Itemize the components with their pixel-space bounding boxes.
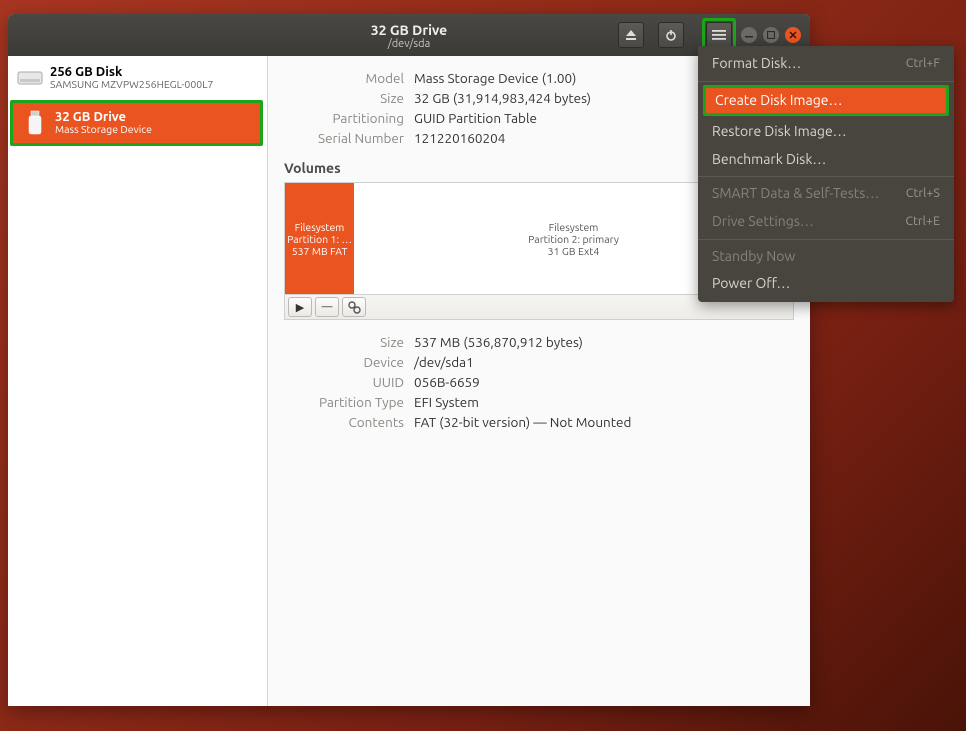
window-title: 32 GB Drive [8, 23, 810, 37]
disk-sidebar: 256 GB Disk SAMSUNG MZVPW256HEGL-000L7 3… [8, 56, 268, 706]
mount-button[interactable]: ▶ [288, 297, 312, 317]
power-button[interactable] [658, 22, 684, 48]
hamburger-menu-button[interactable] [706, 22, 732, 48]
menu-separator [698, 239, 954, 240]
label-size: Size [284, 90, 414, 106]
minimize-button[interactable] [741, 27, 757, 43]
menu-benchmark-disk[interactable]: Benchmark Disk… [698, 146, 954, 174]
value-vol-size: 537 MB (536,870,912 bytes) [414, 334, 583, 350]
disk-model: SAMSUNG MZVPW256HEGL-000L7 [50, 79, 213, 91]
close-button[interactable] [785, 27, 801, 43]
label-uuid: UUID [284, 374, 414, 390]
label-device: Device [284, 354, 414, 370]
menu-smart-data: SMART Data & Self-Tests… Ctrl+S [698, 180, 954, 208]
partition-options-button[interactable] [342, 297, 366, 317]
titlebar: 32 GB Drive /dev/sda [8, 14, 810, 56]
highlight-create-disk-image: Create Disk Image… [703, 85, 949, 117]
value-serial: 121220160204 [414, 130, 505, 146]
usb-drive-icon [21, 109, 49, 137]
menu-create-disk-image[interactable]: Create Disk Image… [706, 88, 946, 114]
menu-restore-disk-image[interactable]: Restore Disk Image… [698, 118, 954, 146]
value-device: /dev/sda1 [414, 354, 474, 370]
label-partitioning: Partitioning [284, 110, 414, 126]
volume-partition-1[interactable]: Filesystem Partition 1: … 537 MB FAT [285, 183, 355, 294]
maximize-button[interactable] [763, 27, 779, 43]
value-uuid: 056B-6659 [414, 374, 480, 390]
menu-separator [698, 81, 954, 82]
disk-name: 32 GB Drive [55, 110, 152, 124]
window-subtitle: /dev/sda [8, 39, 810, 50]
disk-item-32gb[interactable]: 32 GB Drive Mass Storage Device [13, 103, 260, 143]
disk-item-256gb[interactable]: 256 GB Disk SAMSUNG MZVPW256HEGL-000L7 [8, 58, 267, 98]
value-model: Mass Storage Device (1.00) [414, 70, 576, 86]
delete-partition-button[interactable]: — [315, 297, 339, 317]
label-contents: Contents [284, 414, 414, 430]
menu-power-off[interactable]: Power Off… [698, 270, 954, 298]
value-ptype: EFI System [414, 394, 479, 410]
label-model: Model [284, 70, 414, 86]
menu-standby-now: Standby Now [698, 243, 954, 271]
value-contents: FAT (32-bit version) — Not Mounted [414, 414, 631, 430]
label-serial: Serial Number [284, 130, 414, 146]
hdd-icon [16, 64, 44, 92]
label-vol-size: Size [284, 334, 414, 350]
menu-drive-settings: Drive Settings… Ctrl+E [698, 208, 954, 236]
disks-window: 32 GB Drive /dev/sda [8, 14, 810, 706]
eject-button[interactable] [618, 22, 644, 48]
disk-name: 256 GB Disk [50, 65, 213, 79]
highlight-selected-disk: 32 GB Drive Mass Storage Device [10, 100, 263, 146]
menu-format-disk[interactable]: Format Disk… Ctrl+F [698, 50, 954, 78]
label-ptype: Partition Type [284, 394, 414, 410]
drive-options-menu: Format Disk… Ctrl+F Create Disk Image… R… [698, 46, 954, 302]
disk-model: Mass Storage Device [55, 124, 152, 136]
menu-separator [698, 176, 954, 177]
value-size: 32 GB (31,914,983,424 bytes) [414, 90, 591, 106]
value-partitioning: GUID Partition Table [414, 110, 537, 126]
